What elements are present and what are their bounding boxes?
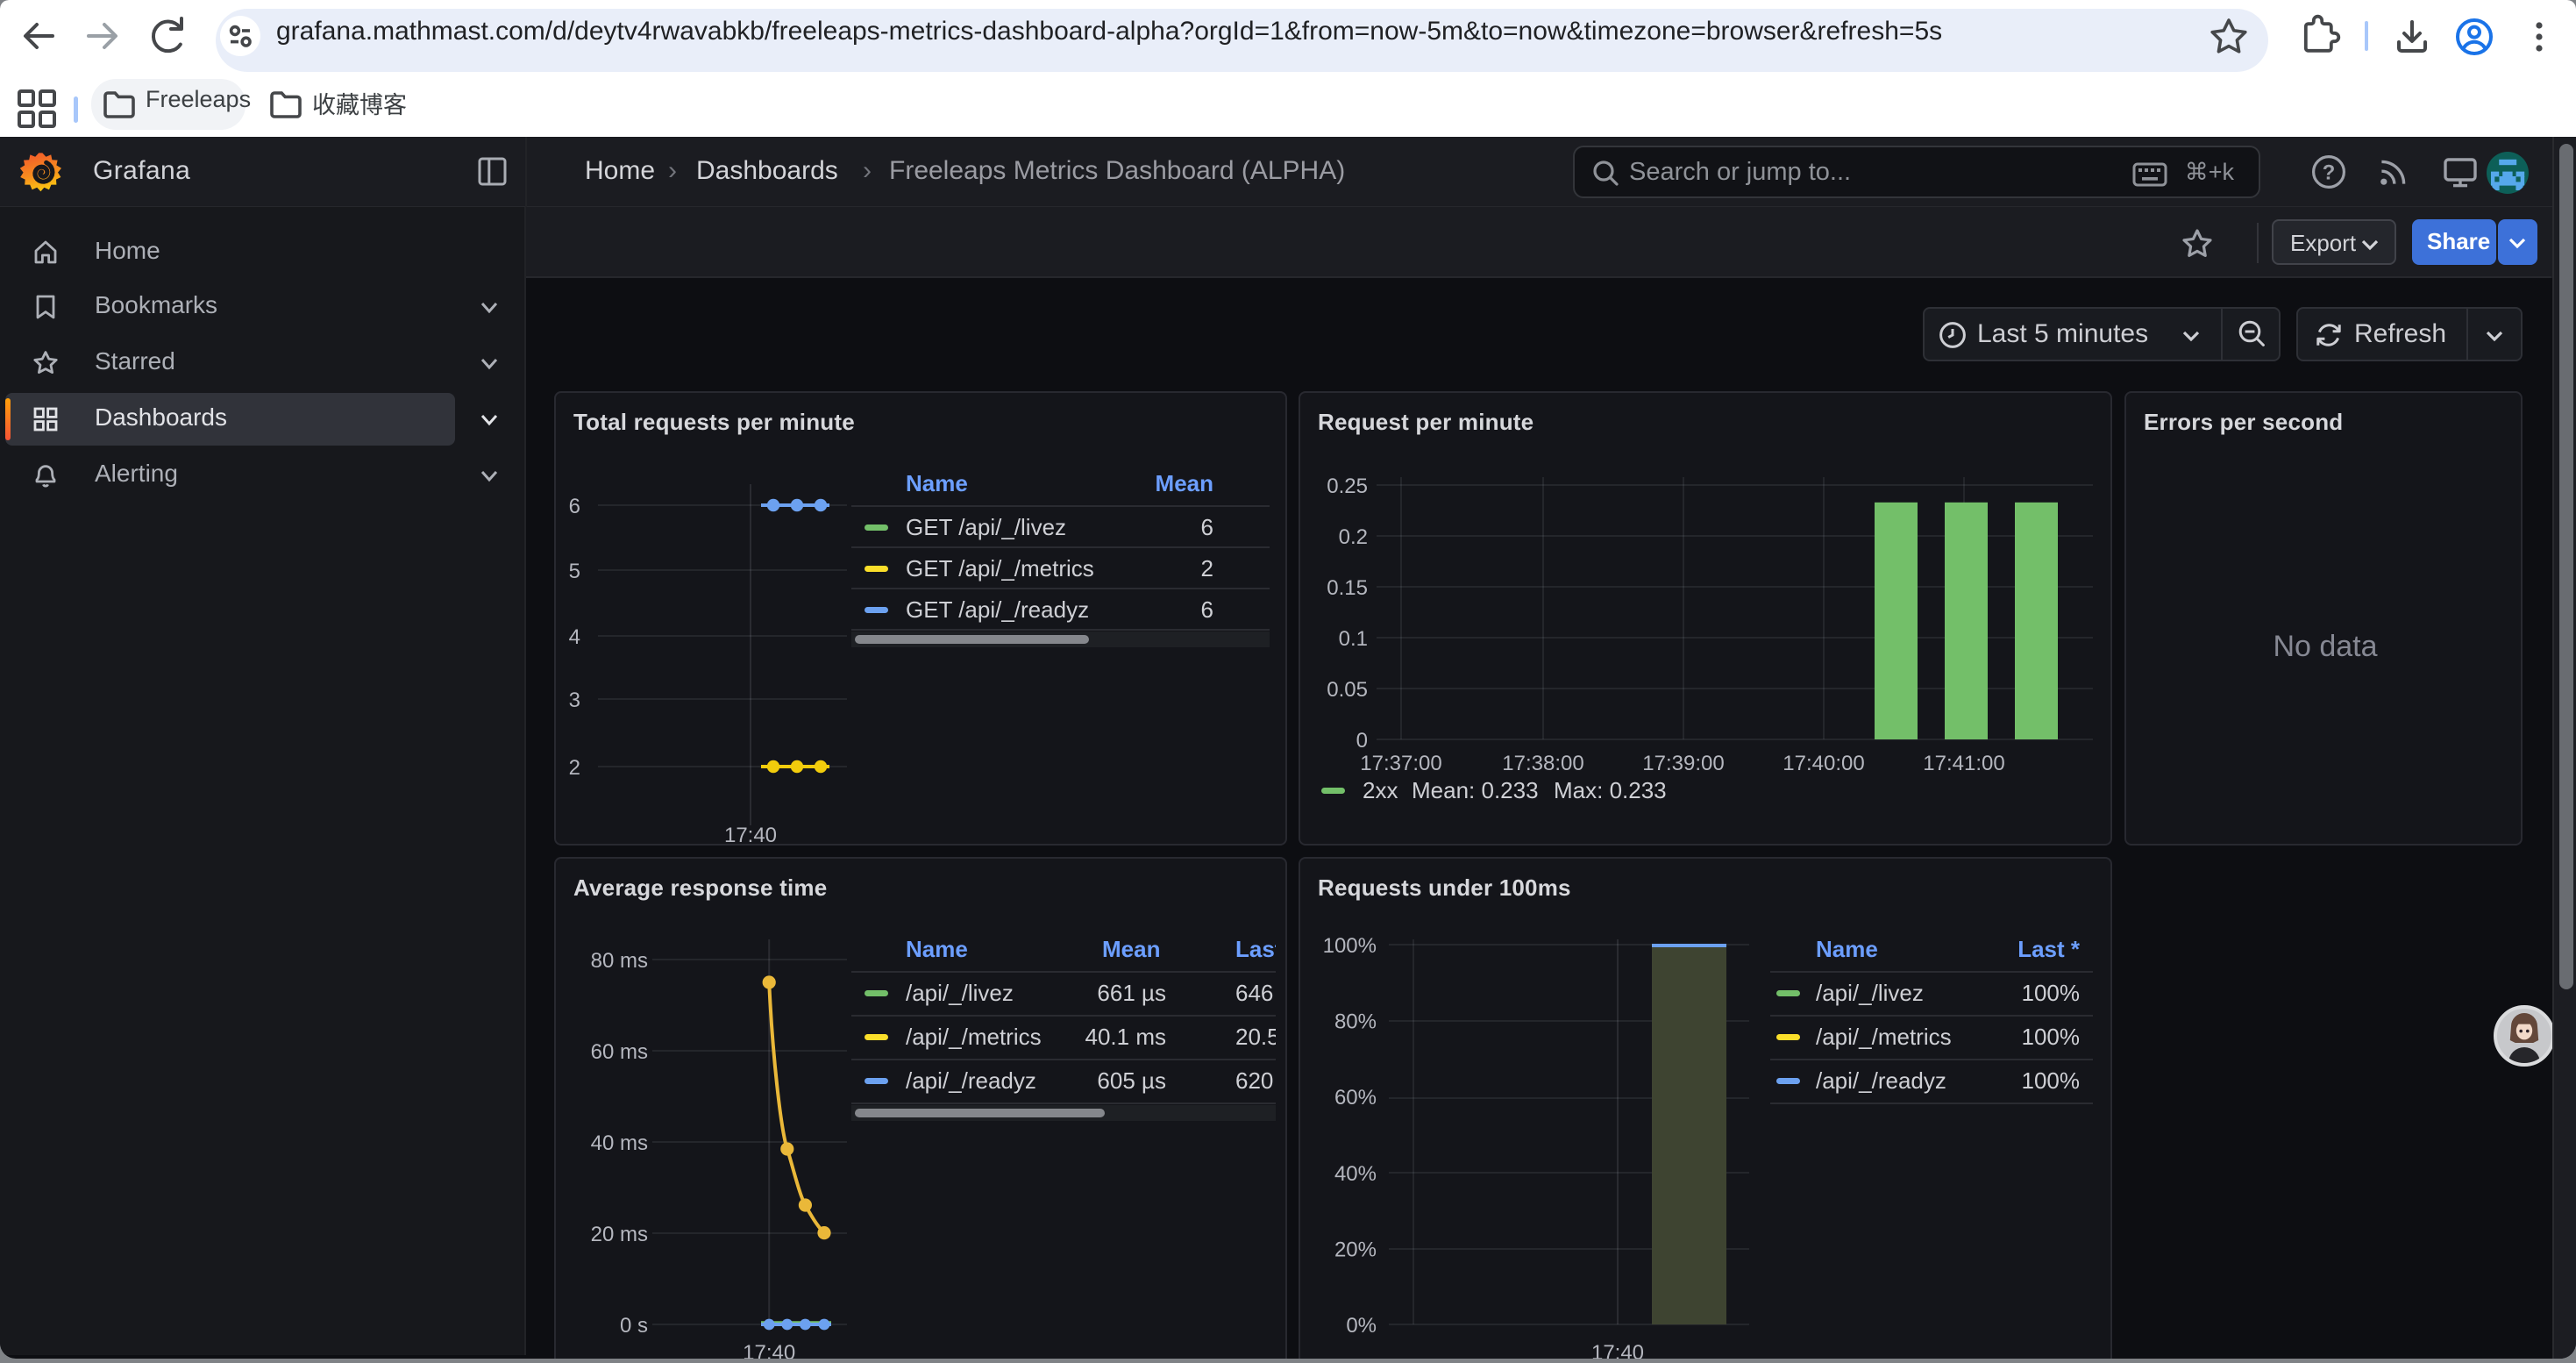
svg-text:80 ms: 80 ms [591, 949, 648, 973]
svg-text:17:39:00: 17:39:00 [1642, 752, 1724, 775]
svg-text:40%: 40% [1334, 1162, 1377, 1186]
svg-text:17:41:00: 17:41:00 [1923, 752, 2004, 775]
svg-text:17:40:00: 17:40:00 [1783, 752, 1864, 775]
svg-text:0.05: 0.05 [1327, 678, 1368, 702]
svg-text:0: 0 [1356, 729, 1368, 753]
svg-text:20 ms: 20 ms [591, 1223, 648, 1246]
svg-text:60 ms: 60 ms [591, 1040, 648, 1064]
svg-text:0%: 0% [1346, 1314, 1377, 1338]
svg-text:17:40: 17:40 [743, 1341, 795, 1359]
svg-text:60%: 60% [1334, 1086, 1377, 1110]
svg-text:2: 2 [569, 756, 580, 780]
svg-text:17:37:00: 17:37:00 [1360, 752, 1441, 775]
svg-text:80%: 80% [1334, 1010, 1377, 1034]
svg-text:?: ? [2323, 161, 2336, 185]
svg-text:17:38:00: 17:38:00 [1502, 752, 1583, 775]
svg-text:20%: 20% [1334, 1238, 1377, 1261]
svg-text:0.2: 0.2 [1339, 525, 1368, 549]
svg-text:17:40: 17:40 [1591, 1341, 1644, 1359]
svg-text:5: 5 [569, 560, 580, 583]
svg-text:100%: 100% [1323, 934, 1377, 958]
svg-text:40 ms: 40 ms [591, 1131, 648, 1155]
svg-text:3: 3 [569, 689, 580, 712]
svg-text:4: 4 [569, 625, 580, 649]
svg-text:6: 6 [569, 495, 580, 518]
svg-text:0 s: 0 s [620, 1314, 648, 1338]
svg-text:0.15: 0.15 [1327, 576, 1368, 600]
svg-text:17:40: 17:40 [724, 824, 777, 846]
svg-text:0.25: 0.25 [1327, 475, 1368, 498]
svg-text:0.1: 0.1 [1339, 627, 1368, 651]
